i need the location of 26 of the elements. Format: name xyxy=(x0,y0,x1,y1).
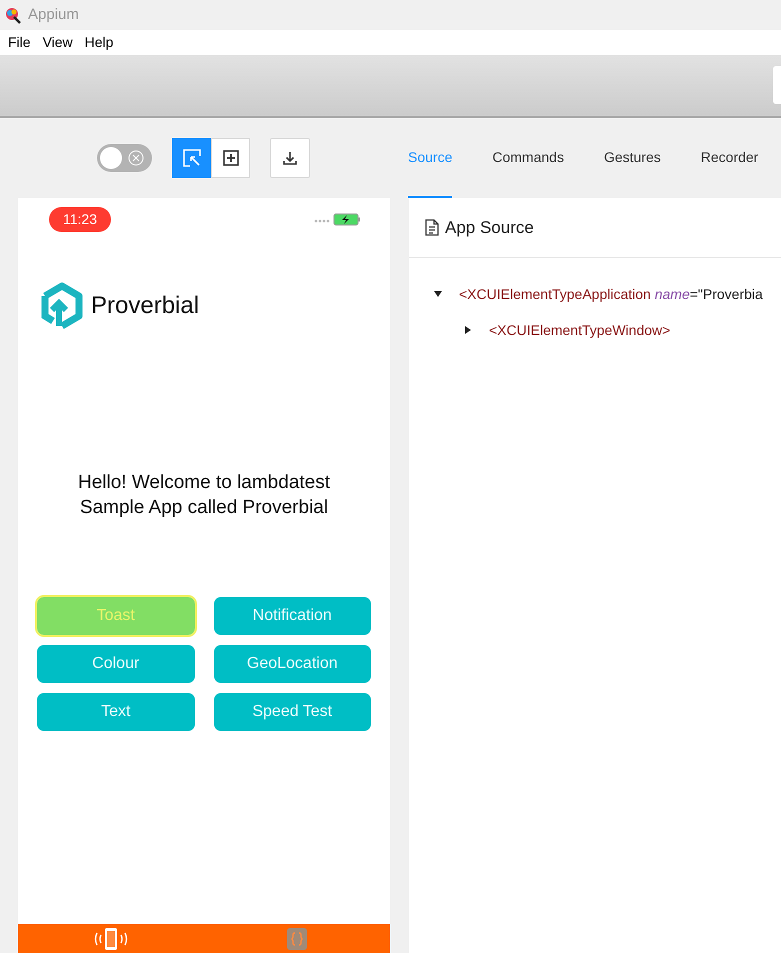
tree-node[interactable]: <XCUIElementTypeWindow> xyxy=(489,320,670,340)
download-button[interactable] xyxy=(270,138,310,178)
panel-title: App Source xyxy=(445,216,534,239)
caret-right-icon[interactable] xyxy=(463,325,473,335)
plus-square-icon xyxy=(222,150,238,166)
window-title: Appium xyxy=(28,4,79,25)
select-icon xyxy=(182,149,200,167)
menu-item[interactable]: File xyxy=(8,32,31,53)
app-name: Proverbial xyxy=(91,291,200,321)
logo-icon xyxy=(39,282,85,330)
document-icon xyxy=(425,219,439,236)
app-logo-icon xyxy=(4,6,22,24)
tab[interactable]: Gestures xyxy=(604,118,661,198)
status-time: 11:23 xyxy=(49,206,111,232)
toggle-switch[interactable] xyxy=(97,144,152,172)
download-icon xyxy=(282,150,298,166)
menu-item[interactable]: View xyxy=(42,32,73,53)
close-circle-icon xyxy=(128,150,144,166)
menu-item[interactable]: Help xyxy=(84,32,114,53)
welcome-text: Hello! Welcome to lambdatest Sample App called Proverbial xyxy=(76,471,332,520)
tab[interactable]: Commands xyxy=(492,118,564,198)
caret-down-icon[interactable] xyxy=(433,289,443,299)
tap-mode-button[interactable] xyxy=(211,138,250,178)
tree-node[interactable]: <XCUIElementTypeApplication name="Proverbia xyxy=(459,284,763,304)
tab[interactable]: Recorder xyxy=(700,118,758,198)
vibrating-phone-icon[interactable] xyxy=(93,927,129,951)
